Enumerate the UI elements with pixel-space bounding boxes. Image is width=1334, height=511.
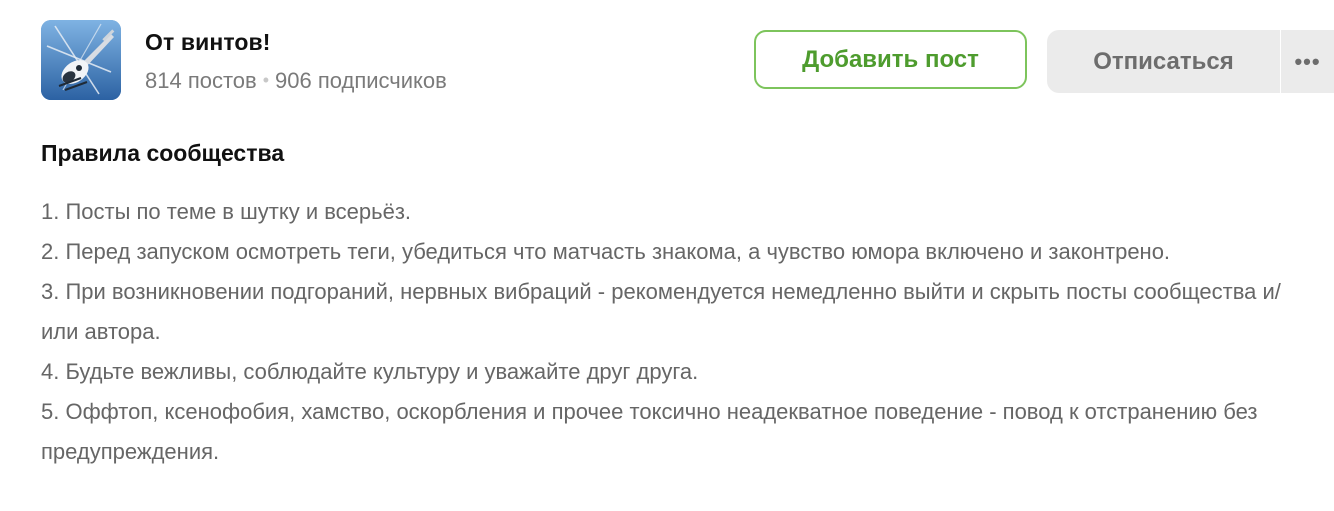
add-post-button[interactable]: Добавить пост — [754, 30, 1027, 89]
community-avatar[interactable] — [41, 20, 121, 100]
rule-item: 2. Перед запуском осмотреть теги, убедит… — [41, 239, 1171, 264]
rule-item: 4. Будьте вежливы, соблюдайте культуру и… — [41, 359, 699, 384]
rules-list: 1. Посты по теме в шутку и всерьёз. 2. П… — [41, 192, 1301, 472]
helicopter-icon — [41, 20, 121, 100]
subscribers-count: 906 подписчиков — [275, 68, 447, 93]
rule-item: 1. Посты по теме в шутку и всерьёз. — [41, 199, 412, 224]
unsubscribe-button[interactable]: Отписаться — [1047, 30, 1280, 93]
more-dots-icon: ••• — [1294, 48, 1321, 74]
more-options-button[interactable]: ••• — [1281, 30, 1334, 93]
posts-count: 814 постов — [145, 68, 257, 93]
rules-heading: Правила сообщества — [41, 140, 285, 166]
community-stats: 814 постов • 906 подписчиков — [145, 68, 447, 94]
community-title[interactable]: От винтов! — [145, 29, 271, 56]
separator-dot: • — [262, 70, 270, 90]
community-page: От винтов! 814 постов • 906 подписчиков До… — [0, 0, 1334, 511]
community-header: От винтов! 814 постов • 906 подписчиков До… — [41, 20, 1334, 102]
rule-item: 3. При возникновении подгораний, нервных… — [41, 279, 1281, 344]
rule-item: 5. Оффтоп, ксенофобия, хамство, оскорбле… — [41, 399, 1258, 464]
